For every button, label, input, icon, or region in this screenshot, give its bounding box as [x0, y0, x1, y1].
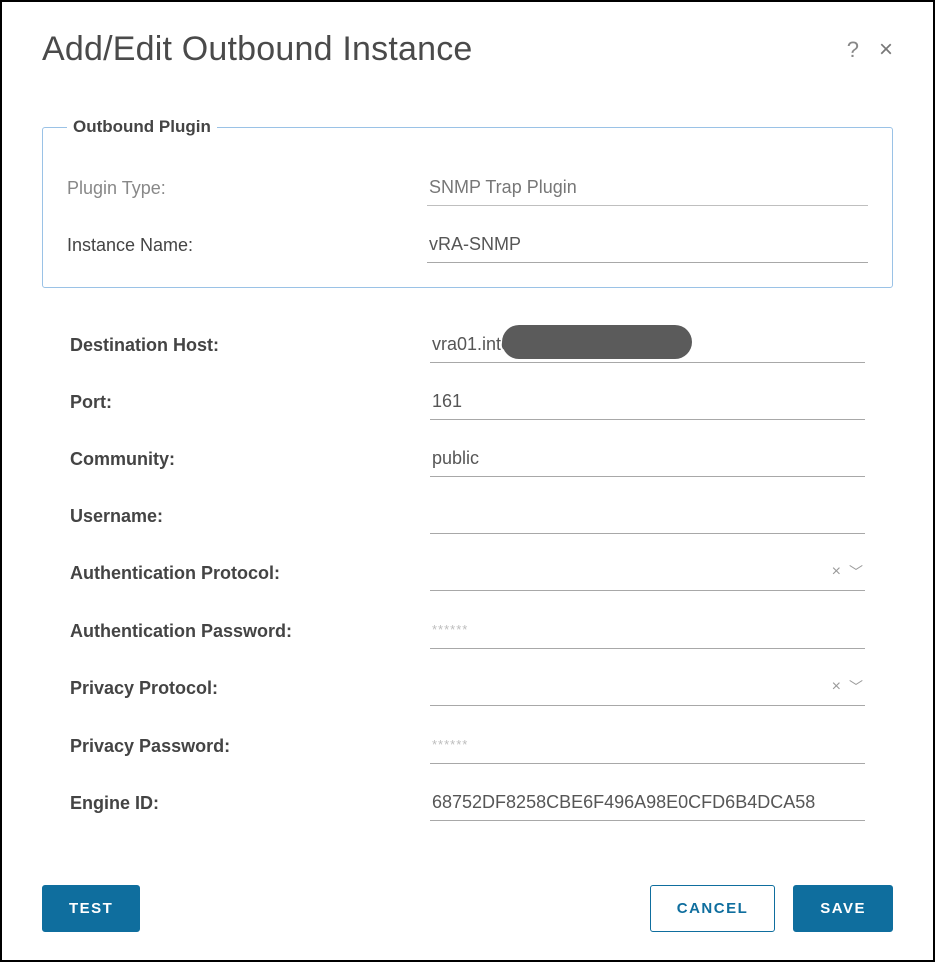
field-plugin-type: SNMP Trap Plugin: [427, 171, 868, 206]
row-destination-host: Destination Host:: [70, 316, 865, 373]
priv-password-input[interactable]: ******: [430, 728, 865, 764]
help-icon[interactable]: ?: [847, 37, 859, 63]
close-icon[interactable]: ×: [879, 36, 893, 64]
field-destination-host: [430, 328, 865, 363]
dialog-frame: Add/Edit Outbound Instance ? × Outbound …: [0, 0, 935, 962]
row-engine-id: Engine ID:: [70, 774, 865, 831]
outbound-plugin-legend: Outbound Plugin: [67, 117, 217, 137]
community-input[interactable]: [430, 442, 865, 477]
field-engine-id: [430, 786, 865, 821]
label-destination-host: Destination Host:: [70, 335, 430, 356]
field-auth-protocol: × ﹀: [430, 556, 865, 591]
auth-protocol-select[interactable]: [430, 556, 865, 591]
field-instance-name: [427, 228, 868, 263]
label-plugin-type: Plugin Type:: [67, 178, 427, 199]
destination-host-input[interactable]: [430, 328, 865, 363]
plugin-type-value: SNMP Trap Plugin: [427, 171, 868, 206]
titlebar-right: ? ×: [847, 36, 893, 64]
label-engine-id: Engine ID:: [70, 793, 430, 814]
row-community: Community:: [70, 430, 865, 487]
label-instance-name: Instance Name:: [67, 235, 427, 256]
row-auth-password: Authentication Password: ******: [70, 601, 865, 659]
settings-section: Destination Host: Port: Community: Usern…: [42, 308, 893, 831]
engine-id-input[interactable]: [430, 786, 865, 821]
row-port: Port:: [70, 373, 865, 430]
row-priv-protocol: Privacy Protocol: × ﹀: [70, 659, 865, 716]
label-username: Username:: [70, 506, 430, 527]
clear-icon[interactable]: ×: [832, 563, 841, 581]
priv-protocol-select[interactable]: [430, 671, 865, 706]
label-community: Community:: [70, 449, 430, 470]
field-community: [430, 442, 865, 477]
chevron-down-icon[interactable]: ﹀: [849, 677, 863, 697]
dialog-title: Add/Edit Outbound Instance: [42, 30, 473, 69]
dialog-titlebar: Add/Edit Outbound Instance ? ×: [42, 30, 893, 69]
cancel-button[interactable]: CANCEL: [650, 885, 776, 932]
auth-password-input[interactable]: ******: [430, 613, 865, 649]
row-priv-password: Privacy Password: ******: [70, 716, 865, 774]
row-plugin-type: Plugin Type: SNMP Trap Plugin: [67, 159, 868, 216]
field-port: [430, 385, 865, 420]
port-input[interactable]: [430, 385, 865, 420]
label-auth-password: Authentication Password:: [70, 621, 430, 642]
field-username: [430, 499, 865, 534]
chevron-down-icon[interactable]: ﹀: [849, 562, 863, 582]
label-priv-password: Privacy Password:: [70, 736, 430, 757]
save-button[interactable]: SAVE: [793, 885, 893, 932]
row-username: Username:: [70, 487, 865, 544]
outbound-plugin-group: Outbound Plugin Plugin Type: SNMP Trap P…: [42, 117, 893, 288]
dialog-footer: TEST CANCEL SAVE: [42, 885, 893, 932]
instance-name-input[interactable]: [427, 228, 868, 263]
username-input[interactable]: [430, 499, 865, 534]
clear-icon[interactable]: ×: [832, 678, 841, 696]
priv-protocol-select-icons: × ﹀: [832, 677, 863, 697]
row-auth-protocol: Authentication Protocol: × ﹀: [70, 544, 865, 601]
row-instance-name: Instance Name:: [67, 216, 868, 273]
label-auth-protocol: Authentication Protocol:: [70, 563, 430, 584]
label-priv-protocol: Privacy Protocol:: [70, 678, 430, 699]
field-priv-protocol: × ﹀: [430, 671, 865, 706]
label-port: Port:: [70, 392, 430, 413]
footer-right: CANCEL SAVE: [650, 885, 893, 932]
field-auth-password: ******: [430, 613, 865, 649]
auth-protocol-select-icons: × ﹀: [832, 562, 863, 582]
field-priv-password: ******: [430, 728, 865, 764]
test-button[interactable]: TEST: [42, 885, 140, 932]
